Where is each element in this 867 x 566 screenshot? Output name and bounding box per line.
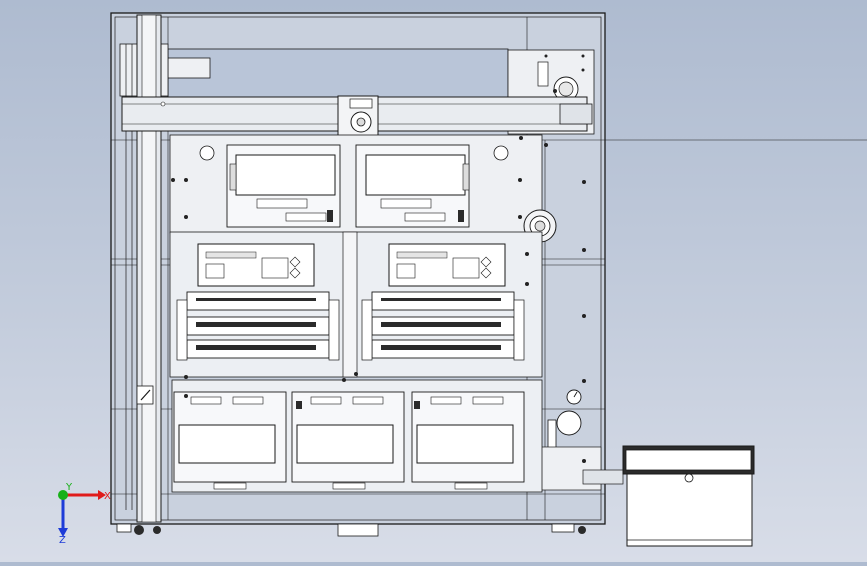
- side-cabinet: [622, 445, 755, 547]
- module-1: [173, 391, 287, 490]
- machine-drawing: X Y Z: [58, 12, 867, 547]
- module-3: [411, 391, 525, 490]
- x-axis-label: X: [104, 491, 111, 502]
- pressure-gauge-icon: [566, 389, 582, 405]
- coordinate-axes-icon: X Y Z: [58, 482, 111, 546]
- cad-viewport[interactable]: X Y Z: [0, 0, 867, 562]
- y-axis-label: Y: [65, 482, 73, 493]
- module-2: [291, 391, 405, 490]
- controller-band: [169, 231, 543, 378]
- bottom-modules: [171, 379, 543, 493]
- z-axis-label: Z: [59, 535, 66, 546]
- top-deck: [169, 134, 543, 234]
- base-feet: [116, 523, 586, 537]
